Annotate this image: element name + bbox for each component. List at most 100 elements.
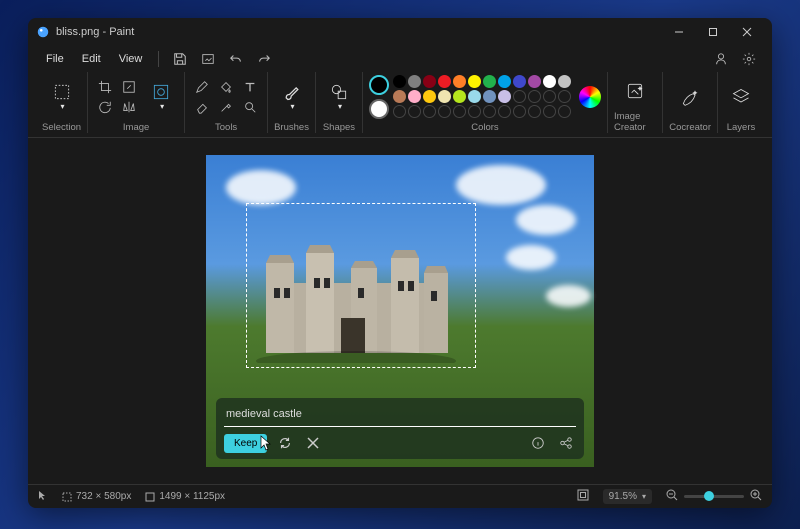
color-swatch[interactable]	[528, 75, 541, 88]
selection-tool[interactable]: ▾	[45, 78, 79, 116]
color-swatch[interactable]	[483, 105, 496, 118]
user-icon[interactable]	[708, 48, 734, 70]
remove-bg-icon[interactable]: ▾	[144, 78, 178, 116]
close-button[interactable]	[730, 18, 764, 46]
color-swatch[interactable]	[468, 75, 481, 88]
magnify-icon[interactable]	[239, 98, 261, 116]
color-palette	[393, 75, 571, 118]
canvas-size-icon	[145, 492, 155, 502]
flip-icon[interactable]	[118, 98, 140, 116]
canvas[interactable]: Keep	[206, 155, 594, 467]
shapes-tool[interactable]: ▾	[322, 78, 356, 116]
color-swatch[interactable]	[423, 75, 436, 88]
color-swatch[interactable]	[408, 75, 421, 88]
label-cocreator: Cocreator	[669, 121, 711, 133]
pencil-icon[interactable]	[191, 78, 213, 96]
layers-button[interactable]	[724, 78, 758, 116]
zoom-dropdown[interactable]: 91.5%▾	[603, 489, 652, 504]
image-creator-button[interactable]	[618, 72, 652, 110]
app-icon	[36, 25, 50, 39]
color-swatch[interactable]	[543, 105, 556, 118]
ribbon: ▾ Selection ▾ Image	[28, 72, 772, 138]
cursor-pos-icon	[38, 490, 48, 503]
brush-tool[interactable]: ▾	[275, 78, 309, 116]
resize-icon[interactable]	[118, 78, 140, 96]
minimize-button[interactable]	[662, 18, 696, 46]
menu-edit[interactable]: Edit	[74, 50, 109, 68]
share-icon[interactable]	[556, 433, 576, 453]
group-colors: Colors	[363, 72, 608, 133]
picker-icon[interactable]	[215, 98, 237, 116]
selection-size: 732 × 580px	[76, 491, 131, 502]
color-swatch[interactable]	[483, 90, 496, 103]
discard-icon[interactable]	[303, 433, 323, 453]
crop-icon[interactable]	[94, 78, 116, 96]
label-tools: Tools	[215, 121, 237, 133]
fit-icon[interactable]	[577, 489, 589, 504]
label-shapes: Shapes	[323, 121, 355, 133]
color-swatch[interactable]	[543, 75, 556, 88]
color-swatch[interactable]	[498, 105, 511, 118]
color-swatch[interactable]	[558, 90, 571, 103]
color-swatch[interactable]	[558, 105, 571, 118]
color-swatch[interactable]	[483, 75, 496, 88]
menu-file[interactable]: File	[38, 50, 72, 68]
color-swatch[interactable]	[393, 90, 406, 103]
color-secondary[interactable]	[369, 99, 389, 119]
generated-castle	[256, 233, 456, 363]
color-swatch[interactable]	[453, 105, 466, 118]
redo-icon[interactable]	[251, 48, 277, 70]
color-swatch[interactable]	[438, 90, 451, 103]
keep-button[interactable]: Keep	[224, 434, 267, 453]
canvas-area[interactable]: Keep	[28, 138, 772, 484]
save-icon[interactable]	[167, 48, 193, 70]
group-image-creator: Image Creator	[608, 72, 663, 133]
settings-icon[interactable]	[736, 48, 762, 70]
prompt-input[interactable]	[224, 404, 576, 427]
import-icon[interactable]	[195, 48, 221, 70]
group-cocreator: Cocreator	[663, 72, 718, 133]
regenerate-icon[interactable]	[275, 433, 295, 453]
color-swatch[interactable]	[528, 105, 541, 118]
label-colors: Colors	[471, 121, 498, 133]
info-icon[interactable]	[528, 433, 548, 453]
group-selection: ▾ Selection	[36, 72, 88, 133]
color-swatch[interactable]	[438, 105, 451, 118]
color-swatch[interactable]	[513, 90, 526, 103]
color-swatch[interactable]	[513, 75, 526, 88]
paint-window: bliss.png - Paint File Edit View ▾ Selec…	[28, 18, 772, 508]
maximize-button[interactable]	[696, 18, 730, 46]
zoom-in-icon[interactable]	[750, 489, 762, 504]
color-swatch[interactable]	[528, 90, 541, 103]
cocreator-button[interactable]	[673, 78, 707, 116]
color-swatch[interactable]	[408, 90, 421, 103]
color-swatch[interactable]	[543, 90, 556, 103]
group-shapes: ▾ Shapes	[316, 72, 363, 133]
rotate-icon[interactable]	[94, 98, 116, 116]
color-swatch[interactable]	[498, 75, 511, 88]
color-swatch[interactable]	[453, 90, 466, 103]
zoom-slider[interactable]	[684, 495, 744, 498]
color-swatch[interactable]	[423, 90, 436, 103]
color-swatch[interactable]	[438, 75, 451, 88]
menu-view[interactable]: View	[111, 50, 151, 68]
color-swatch[interactable]	[453, 75, 466, 88]
zoom-out-icon[interactable]	[666, 489, 678, 504]
color-swatch[interactable]	[393, 105, 406, 118]
eraser-icon[interactable]	[191, 98, 213, 116]
text-icon[interactable]	[239, 78, 261, 96]
undo-icon[interactable]	[223, 48, 249, 70]
color-primary[interactable]	[369, 75, 389, 95]
color-swatch[interactable]	[393, 75, 406, 88]
color-swatch[interactable]	[558, 75, 571, 88]
color-swatch[interactable]	[408, 105, 421, 118]
menu-divider	[158, 51, 159, 67]
color-swatch[interactable]	[468, 90, 481, 103]
color-swatch[interactable]	[423, 105, 436, 118]
fill-icon[interactable]	[215, 78, 237, 96]
color-swatch[interactable]	[513, 105, 526, 118]
color-swatch[interactable]	[468, 105, 481, 118]
color-swatch[interactable]	[498, 90, 511, 103]
label-selection: Selection	[42, 121, 81, 133]
color-wheel-icon[interactable]	[579, 86, 601, 108]
